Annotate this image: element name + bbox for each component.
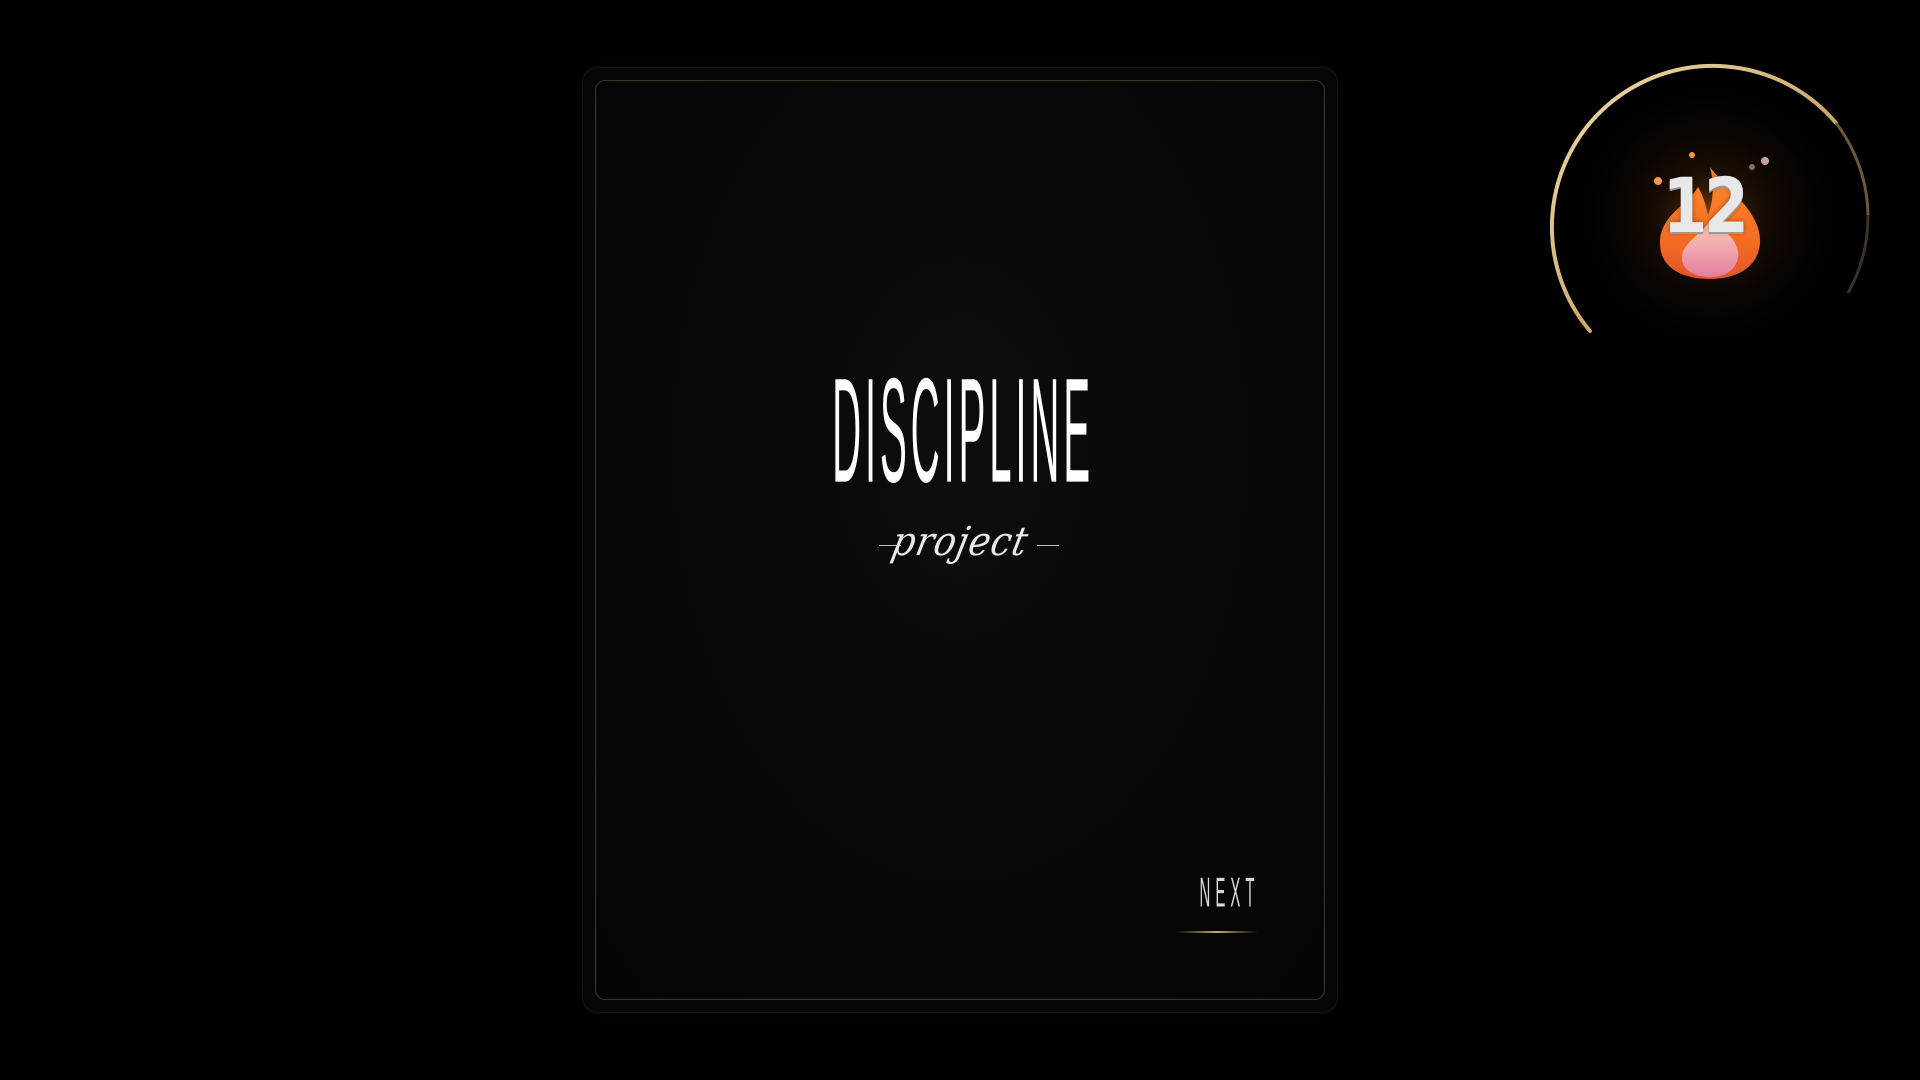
subtitle-right-rule <box>1037 545 1059 546</box>
intro-card: DISCIPLINE project NEXT <box>583 68 1337 1012</box>
streak-count: 12 <box>1662 161 1749 250</box>
card-frame: DISCIPLINE project NEXT <box>595 80 1325 1000</box>
next-button[interactable]: NEXT <box>1172 870 1262 933</box>
streak-badge[interactable]: 12 <box>1550 55 1870 375</box>
next-button-underline <box>1176 931 1258 933</box>
brand-subtitle: project <box>887 519 1033 565</box>
app-screen: DISCIPLINE project NEXT 12 <box>0 0 1920 1080</box>
next-button-label: NEXT <box>1199 870 1260 917</box>
brand-subtitle-group: project <box>596 519 1324 579</box>
brand-title: DISCIPLINE <box>832 348 1094 515</box>
